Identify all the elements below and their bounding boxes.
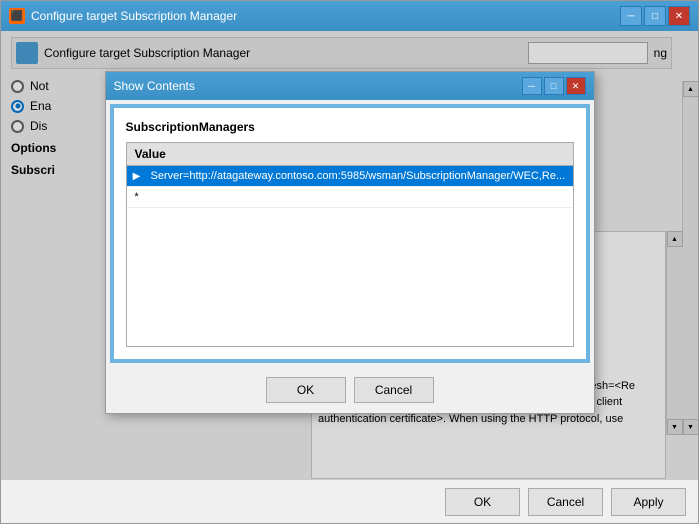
row-input-2[interactable]: [147, 189, 573, 205]
apply-button[interactable]: Apply: [611, 488, 686, 516]
dialog-title-bar: Show Contents ─ □ ✕: [106, 72, 594, 100]
title-bar-controls: ─ □ ✕: [620, 6, 690, 26]
app-icon: ⬛: [9, 8, 25, 24]
restore-button[interactable]: □: [644, 6, 666, 26]
modal-overlay: Show Contents ─ □ ✕ SubscriptionManagers…: [1, 31, 698, 479]
dialog-cancel-button[interactable]: Cancel: [354, 377, 434, 403]
dialog-minimize-button[interactable]: ─: [522, 77, 542, 95]
dialog-restore-button[interactable]: □: [544, 77, 564, 95]
bottom-bar: OK Cancel Apply: [1, 479, 698, 523]
ok-button[interactable]: OK: [445, 488, 520, 516]
dialog-content: SubscriptionManagers Value ▶ Server=http…: [110, 104, 590, 363]
main-title-bar: ⬛ Configure target Subscription Manager …: [1, 1, 698, 31]
dialog-close-button[interactable]: ✕: [566, 77, 586, 95]
main-window: ⬛ Configure target Subscription Manager …: [0, 0, 699, 524]
main-content: Configure target Subscription Manager ng…: [1, 31, 698, 479]
row-arrow-1: ▶: [127, 167, 147, 186]
title-bar-left: ⬛ Configure target Subscription Manager: [9, 8, 237, 24]
dialog-ok-button[interactable]: OK: [266, 377, 346, 403]
dialog-title: Show Contents: [114, 79, 195, 93]
table-body: ▶ Server=http://atagateway.contoso.com:5…: [127, 166, 573, 346]
row-arrow-2: *: [127, 187, 147, 207]
dialog-label: SubscriptionManagers: [126, 120, 574, 134]
minimize-button[interactable]: ─: [620, 6, 642, 26]
dialog-title-controls: ─ □ ✕: [522, 77, 586, 95]
table-row[interactable]: ▶ Server=http://atagateway.contoso.com:5…: [127, 166, 573, 187]
close-button[interactable]: ✕: [668, 6, 690, 26]
table-header: Value: [127, 143, 573, 166]
table-row-empty[interactable]: *: [127, 187, 573, 208]
cancel-button[interactable]: Cancel: [528, 488, 603, 516]
show-contents-dialog: Show Contents ─ □ ✕ SubscriptionManagers…: [105, 71, 595, 414]
table-container: Value ▶ Server=http://atagateway.contoso…: [126, 142, 574, 347]
dialog-footer: OK Cancel: [106, 367, 594, 413]
row-value-1: Server=http://atagateway.contoso.com:598…: [147, 166, 573, 186]
main-window-title: Configure target Subscription Manager: [31, 9, 237, 23]
